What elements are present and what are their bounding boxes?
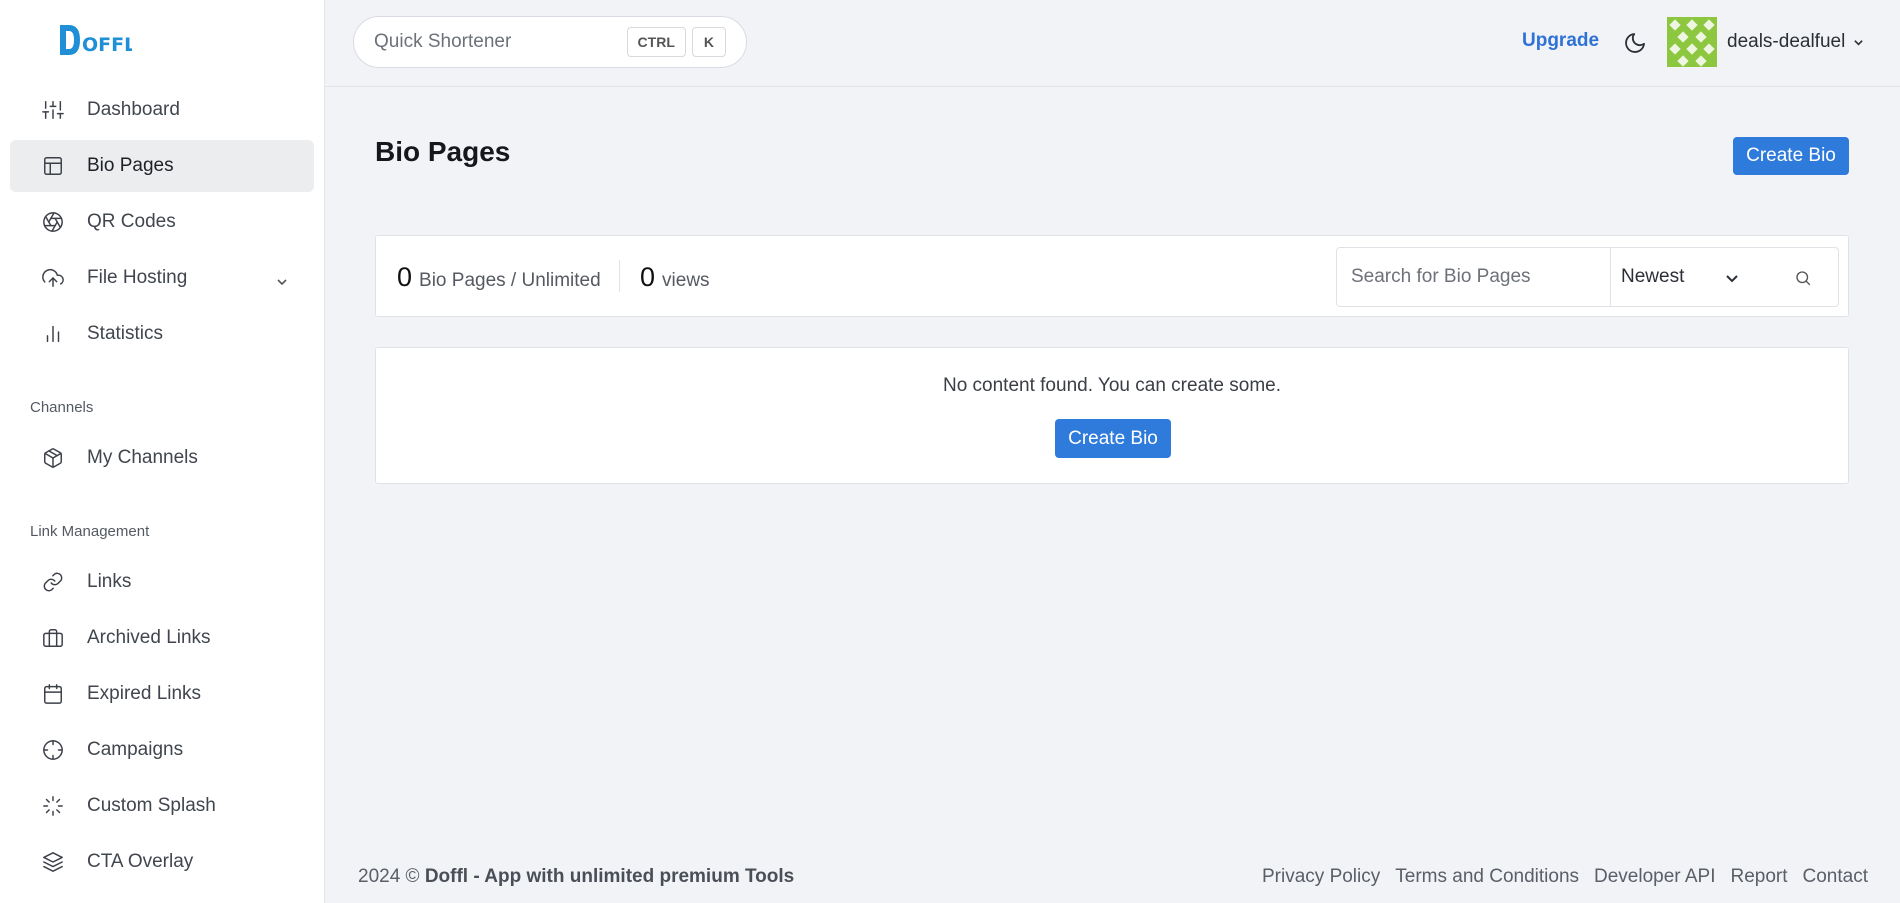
aperture-icon (42, 211, 64, 233)
sidebar-item-label: Custom Splash (87, 795, 216, 816)
views-count: 0 (640, 262, 656, 292)
footer-link-privacy[interactable]: Privacy Policy (1262, 866, 1380, 888)
user-menu[interactable]: deals-dealfuel (1727, 31, 1864, 53)
footer-links: Privacy Policy Terms and Conditions Deve… (1247, 866, 1868, 888)
loader-icon (42, 795, 64, 817)
doffl-logo[interactable]: OFFL (58, 22, 132, 58)
sidebar-item-dashboard[interactable]: Dashboard (10, 84, 314, 136)
empty-state-message: No content found. You can create some. (942, 375, 1281, 396)
sidebar-item-label: My Channels (87, 447, 198, 468)
views-stat: 0 views (640, 262, 710, 293)
sidebar-item-file-hosting[interactable]: File Hosting (10, 252, 314, 304)
sidebar-item-label: Statistics (87, 323, 164, 344)
sidebar-item-campaigns[interactable]: Campaigns (10, 724, 314, 776)
footer-link-developer-api[interactable]: Developer API (1594, 866, 1715, 888)
search-icon[interactable] (1794, 269, 1812, 292)
footer-brand[interactable]: Doffl - App with unlimited premium Tools (425, 866, 794, 887)
sidebar-item-label: CTA Overlay (87, 851, 194, 872)
quick-shortener-input[interactable]: Quick Shortener CTRL K (353, 16, 747, 68)
section-title-channels: Channels (30, 399, 94, 416)
views-label: views (662, 270, 710, 291)
search-input[interactable]: Search for Bio Pages (1337, 248, 1611, 306)
chevron-down-icon (1854, 39, 1864, 46)
sidebar-item-label: File Hosting (87, 267, 188, 288)
sidebar-item-links[interactable]: Links (10, 556, 314, 608)
create-bio-button-empty[interactable]: Create Bio (1055, 419, 1171, 458)
kbd-k: K (691, 27, 726, 57)
sliders-icon (42, 99, 64, 121)
quick-shortener-placeholder: Quick Shortener (374, 31, 512, 52)
sidebar-item-label: Dashboard (87, 99, 180, 120)
sidebar-item-label: Archived Links (87, 627, 211, 648)
logo-letters: OFFL (82, 34, 132, 56)
sidebar-item-label: QR Codes (87, 211, 176, 232)
page-title: Bio Pages (375, 136, 511, 167)
crosshair-icon (42, 739, 64, 761)
sidebar-item-archived-links[interactable]: Archived Links (10, 612, 314, 664)
footer-year: 2024 © (358, 866, 420, 887)
bio-pages-count: 0 (397, 262, 413, 292)
layout-icon (42, 155, 64, 177)
topbar: Quick Shortener CTRL K Upgrade deals-dea… (325, 0, 1900, 87)
layers-icon (42, 851, 64, 873)
create-bio-button[interactable]: Create Bio (1733, 137, 1849, 175)
sidebar-item-bio-pages[interactable]: Bio Pages (10, 140, 314, 192)
chevron-down-icon[interactable] (276, 272, 288, 294)
link-icon (42, 571, 64, 593)
footer-link-report[interactable]: Report (1730, 866, 1787, 888)
empty-state-card: No content found. You can create some. C… (375, 347, 1849, 484)
footer-link-contact[interactable]: Contact (1803, 866, 1868, 888)
sidebar-item-label: Bio Pages (87, 155, 174, 176)
moon-icon[interactable] (1623, 31, 1647, 55)
sidebar-item-my-channels[interactable]: My Channels (10, 432, 314, 484)
briefcase-icon (42, 627, 64, 649)
filter-bar: Search for Bio Pages Newest (1336, 247, 1839, 307)
calendar-icon (42, 683, 64, 705)
sidebar-nav: Dashboard Bio Pages QR Codes File Hostin… (10, 84, 314, 892)
bio-pages-stat: 0 Bio Pages / Unlimited (397, 262, 601, 293)
sidebar-item-label: Links (87, 571, 132, 592)
upgrade-link[interactable]: Upgrade (1522, 30, 1599, 52)
kbd-ctrl: CTRL (626, 27, 686, 57)
doffl-logo-mark: OFFL (60, 25, 132, 56)
avatar[interactable] (1667, 17, 1717, 67)
chevron-down-icon (1724, 270, 1740, 292)
bio-pages-count-label: Bio Pages / Unlimited (419, 270, 601, 291)
stat-divider (619, 260, 620, 292)
avatar-pattern (1667, 17, 1717, 67)
sidebar-item-expired-links[interactable]: Expired Links (10, 668, 314, 720)
sidebar-item-qr-codes[interactable]: QR Codes (10, 196, 314, 248)
bar-chart-icon (42, 323, 64, 345)
sidebar: OFFL Dashboard Bio Pages QR Codes File H… (0, 0, 325, 903)
stats-card: 0 Bio Pages / Unlimited 0 views Search f… (375, 235, 1849, 317)
sidebar-item-label: Campaigns (87, 739, 184, 760)
sort-selected-value: Newest (1621, 266, 1685, 287)
box-icon (42, 447, 64, 469)
sidebar-item-label: Expired Links (87, 683, 202, 704)
footer-link-terms[interactable]: Terms and Conditions (1395, 866, 1579, 888)
upload-cloud-icon (42, 267, 64, 289)
footer-copyright: 2024 © Doffl - App with unlimited premiu… (358, 866, 794, 888)
sidebar-item-custom-splash[interactable]: Custom Splash (10, 780, 314, 832)
section-title-link-management: Link Management (30, 523, 150, 540)
sidebar-item-cta-overlay[interactable]: CTA Overlay (10, 836, 314, 888)
username-label: deals-dealfuel (1727, 31, 1846, 52)
sidebar-item-statistics[interactable]: Statistics (10, 308, 314, 360)
